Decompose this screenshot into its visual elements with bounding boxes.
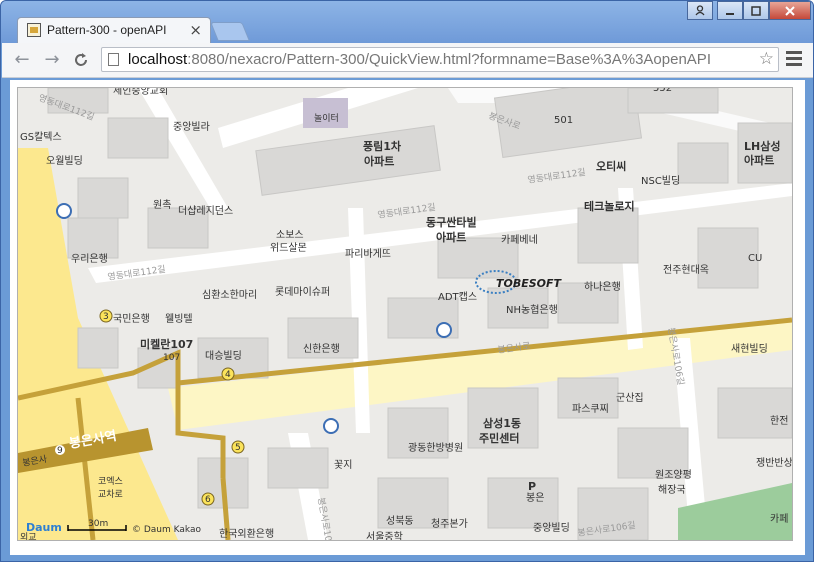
- browser-tab[interactable]: Pattern-300 - openAPI ×: [17, 17, 211, 43]
- poi-label: 웰빙텔: [165, 313, 193, 325]
- browser-window: Pattern-300 - openAPI × ← → localhost:80…: [0, 0, 814, 562]
- poi-label: 우리은행: [71, 253, 108, 265]
- poi-label: 107: [163, 353, 180, 363]
- page-icon: [108, 53, 119, 66]
- poi-label: 세인중앙교회: [113, 88, 168, 97]
- close-icon: [785, 5, 795, 16]
- poi-label: 한전: [770, 415, 788, 427]
- poi-label: 파리바게뜨: [345, 248, 391, 260]
- poi-label: 더샵레지던스: [178, 205, 233, 217]
- poi-label: 해장국: [658, 483, 686, 496]
- line-number: 9: [57, 446, 63, 456]
- poi-label: 쟁반반상: [756, 457, 792, 469]
- poi-label: 국민은행: [113, 313, 150, 325]
- poi-label: P: [528, 480, 536, 493]
- poi-label: 오월빌딩: [46, 155, 83, 167]
- copyright-text: © Daum Kakao: [132, 525, 201, 535]
- poi-label: 아파트: [436, 230, 466, 244]
- new-tab-button[interactable]: [210, 22, 250, 41]
- exit-6: 6: [205, 495, 211, 505]
- poi-label: CU: [748, 253, 762, 264]
- poi-label: 풍림1차: [363, 139, 402, 153]
- poi-label: 교차로: [98, 488, 123, 500]
- page-content: 봉은사역 봉은사 9 3 4 5 6 영동대로112길 영동대로112길 영동대…: [10, 80, 805, 555]
- maximize-icon: [751, 5, 761, 16]
- poi-label: 미켈란107: [140, 337, 193, 351]
- poi-label: 중앙빌딩: [533, 522, 570, 534]
- exit-3: 3: [103, 312, 109, 322]
- poi-label: 대승빌딩: [205, 350, 242, 362]
- poi-label: 꽃지: [334, 459, 352, 471]
- poi-label: 군산집: [616, 392, 644, 404]
- close-button[interactable]: [769, 1, 811, 20]
- daum-logo: Daum: [26, 521, 62, 534]
- poi-label: 동구싼타빌: [426, 215, 477, 229]
- minimize-icon: [726, 12, 734, 15]
- tab-close-icon[interactable]: ×: [189, 21, 202, 39]
- poi-label: 새현빌딩: [731, 343, 768, 355]
- poi-label: 전주현대옥: [663, 264, 709, 276]
- forward-icon: →: [44, 49, 60, 70]
- reload-button[interactable]: [70, 49, 92, 71]
- poi-label: 카페: [770, 513, 788, 525]
- poi-label: 광동한방병원: [408, 442, 463, 454]
- map-canvas[interactable]: 봉은사역 봉은사 9 3 4 5 6 영동대로112길 영동대로112길 영동대…: [18, 88, 792, 540]
- browser-toolbar: ← → localhost:8080/nexacro/Pattern-300/Q…: [2, 43, 813, 78]
- poi-label: 원조양평: [655, 469, 692, 481]
- poi-label: 원촉: [153, 199, 171, 211]
- poi-label: 오티씨: [596, 159, 626, 173]
- exit-5: 5: [235, 443, 241, 453]
- poi-label: 한국외환은행: [219, 528, 274, 540]
- maximize-button[interactable]: [743, 1, 769, 20]
- reload-icon: [75, 53, 87, 66]
- map-view[interactable]: 봉은사역 봉은사 9 3 4 5 6 영동대로112길 영동대로112길 영동대…: [17, 87, 793, 541]
- back-button[interactable]: ←: [11, 49, 33, 71]
- poi-label: NSC빌딩: [641, 175, 680, 187]
- poi-label: 삼성1동: [483, 416, 521, 430]
- tab-title: Pattern-300 - openAPI: [47, 23, 167, 37]
- url-text[interactable]: localhost:8080/nexacro/Pattern-300/Quick…: [128, 51, 752, 68]
- poi-label: 소보스: [276, 229, 304, 241]
- poi-label: 놀이터: [314, 113, 339, 124]
- poi-label: 봉은: [526, 492, 544, 504]
- poi-label: 아파트: [364, 154, 394, 168]
- menu-icon[interactable]: [786, 51, 802, 69]
- poi-label: 신한은행: [303, 343, 340, 355]
- user-button[interactable]: [687, 1, 713, 20]
- poi-label: 하나은행: [584, 280, 621, 293]
- user-icon: [695, 5, 705, 16]
- poi-label: 코엑스: [98, 475, 123, 487]
- poi-label: ADT캡스: [438, 291, 477, 303]
- poi-label: 심환소한마리: [202, 289, 257, 301]
- title-bar: Pattern-300 - openAPI ×: [1, 1, 813, 43]
- poi-label: 주민센터: [479, 431, 519, 445]
- poi-label: 롯데마이슈퍼: [275, 286, 330, 298]
- poi-label: 테크놀로지: [584, 199, 635, 213]
- poi-label: 552: [653, 88, 672, 94]
- exit-4: 4: [225, 370, 231, 380]
- poi-label: 501: [554, 115, 573, 126]
- poi-label: 중앙빌라: [173, 121, 210, 133]
- minimize-button[interactable]: [717, 1, 743, 20]
- poi-label: 위드살몬: [270, 241, 307, 254]
- forward-button[interactable]: →: [41, 49, 63, 71]
- poi-label: NH농협은행: [506, 303, 558, 316]
- poi-label: 카페베네: [501, 234, 538, 246]
- scale-label: 30m: [88, 519, 108, 529]
- favicon-icon: [27, 23, 41, 37]
- poi-label: LH삼성: [744, 139, 780, 153]
- poi-label: 파스쿠찌: [572, 403, 609, 415]
- bookmark-star-icon[interactable]: ☆: [759, 49, 774, 69]
- address-bar[interactable]: localhost:8080/nexacro/Pattern-300/Quick…: [101, 47, 779, 72]
- back-icon: ←: [14, 49, 30, 70]
- poi-label: 서울중학: [366, 531, 403, 540]
- poi-label: 청주본가: [431, 518, 468, 530]
- poi-label: 아파트: [744, 153, 774, 167]
- svg-text:TOBESOFT: TOBESOFT: [496, 277, 563, 290]
- poi-label: 성북동: [386, 515, 414, 527]
- poi-label: GS칼텍스: [20, 130, 62, 143]
